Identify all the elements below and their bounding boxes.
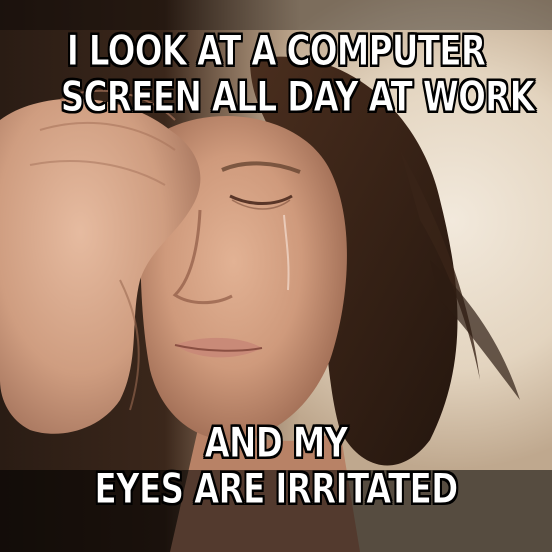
bottom-caption-line-1: AND MY <box>204 418 349 467</box>
top-caption: I LOOK AT A COMPUTER SCREEN ALL DAY AT W… <box>60 26 535 121</box>
meme-card: I LOOK AT A COMPUTER SCREEN ALL DAY AT W… <box>0 0 552 552</box>
top-caption-line-2: SCREEN ALL DAY AT WORK <box>60 72 535 121</box>
top-caption-line-1: I LOOK AT A COMPUTER <box>66 26 486 75</box>
bottom-caption-line-2: EYES ARE IRRITATED <box>94 464 459 513</box>
bottom-caption: AND MY EYES ARE IRRITATED <box>61 418 492 513</box>
